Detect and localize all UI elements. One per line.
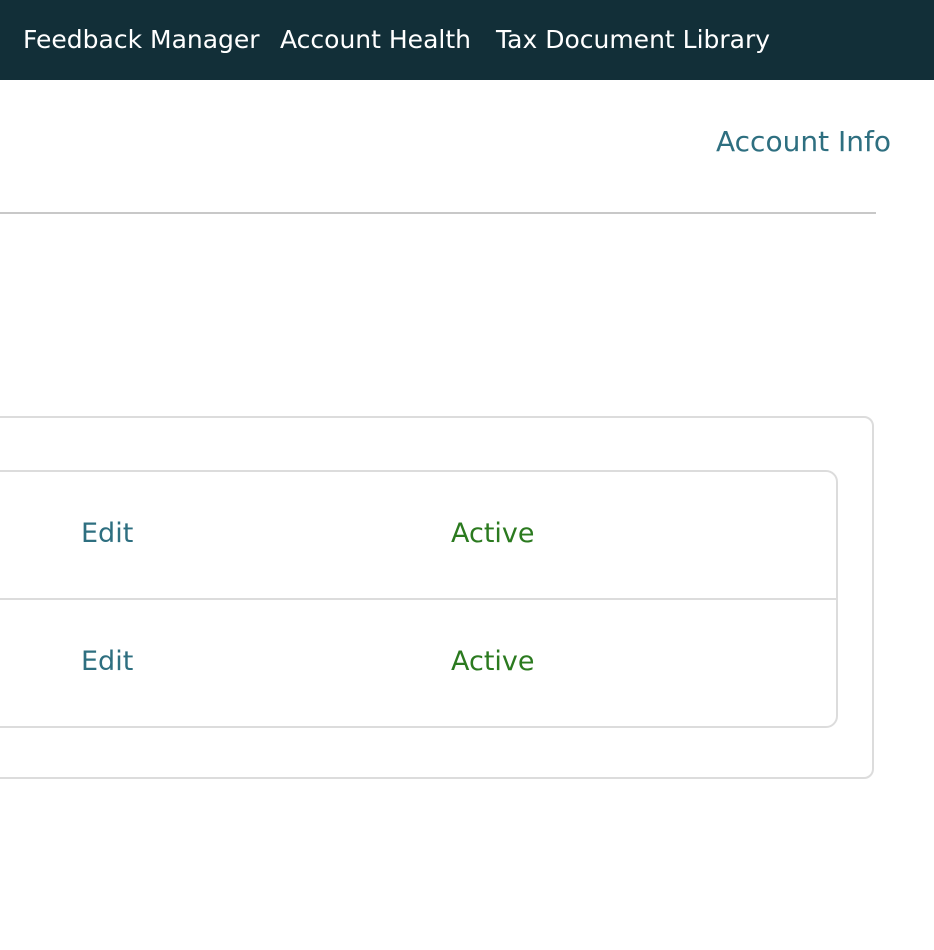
edit-link-row-1[interactable]: Edit bbox=[81, 518, 133, 549]
table-row-divider bbox=[0, 598, 837, 600]
nav-item-tax-document-library[interactable]: Tax Document Library bbox=[496, 0, 770, 80]
nav-item-account-health[interactable]: Account Health bbox=[280, 0, 471, 80]
nav-item-feedback-manager[interactable]: Feedback Manager bbox=[23, 0, 260, 80]
edit-link-row-2[interactable]: Edit bbox=[81, 646, 133, 677]
status-badge-row-2: Active bbox=[451, 646, 535, 677]
top-navigation-bar: Feedback Manager Account Health Tax Docu… bbox=[0, 0, 934, 80]
account-info-link[interactable]: Account Info bbox=[716, 125, 891, 158]
status-badge-row-1: Active bbox=[451, 518, 535, 549]
header-divider bbox=[0, 212, 876, 214]
